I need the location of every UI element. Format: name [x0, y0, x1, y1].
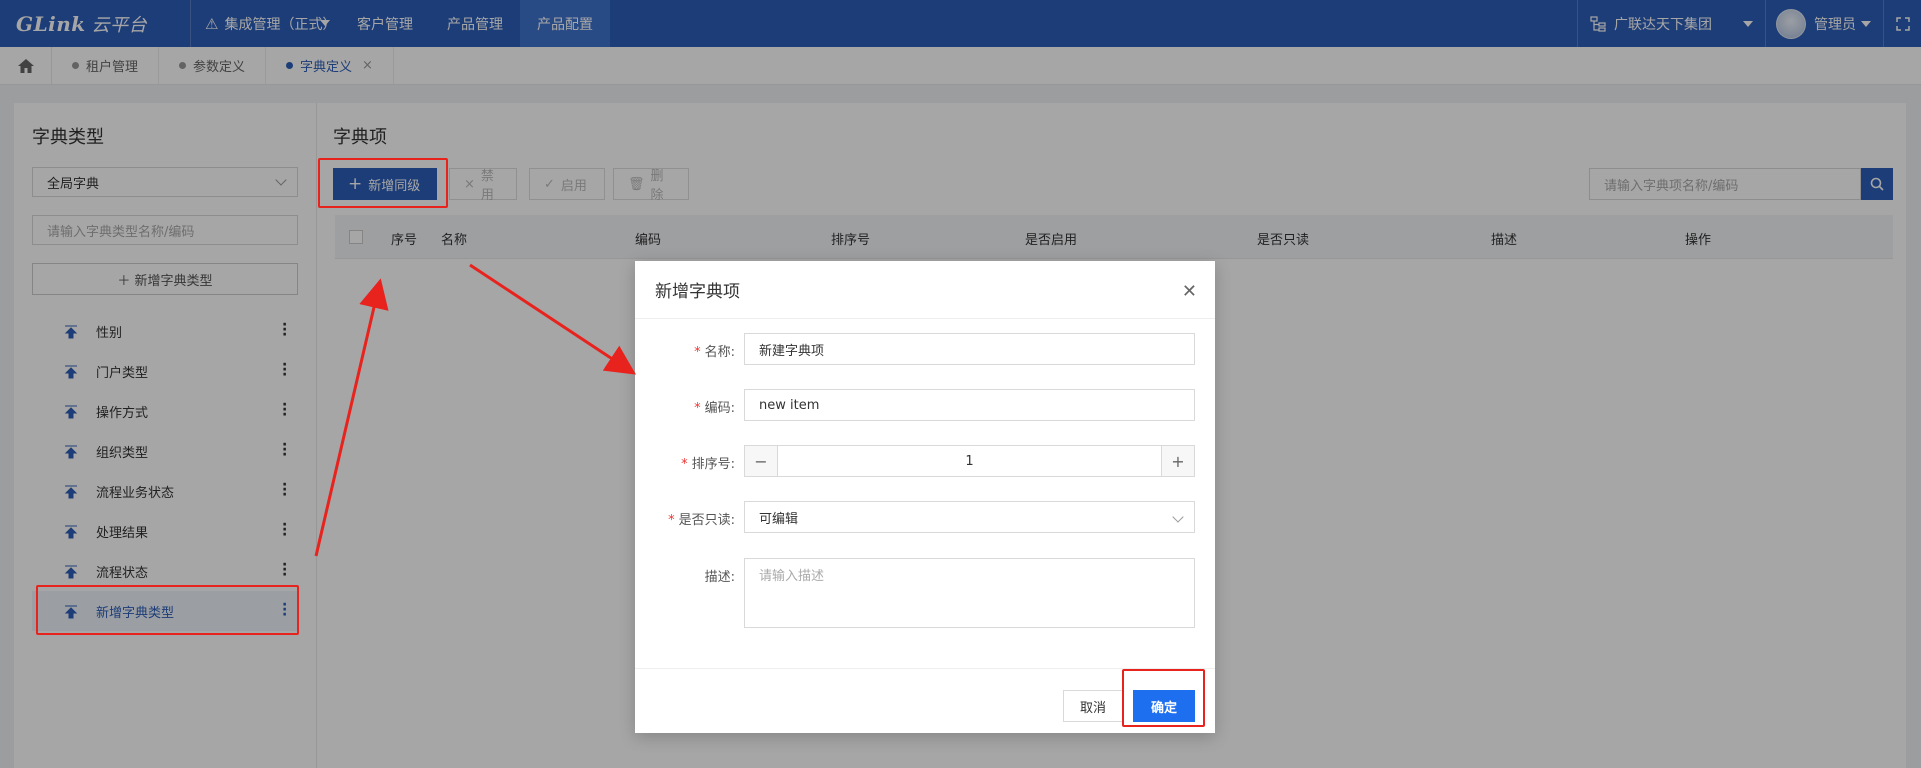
field-label: * 编码: — [694, 401, 735, 416]
form-row-code: * 编码: new item — [635, 389, 1215, 421]
dialog-header: 新增字典项 ✕ — [635, 261, 1215, 319]
form-row-order: * 排序号: − 1 + — [635, 445, 1215, 477]
description-textarea[interactable]: 请输入描述 — [744, 558, 1195, 628]
field-label: * 名称: — [694, 345, 735, 360]
order-stepper: − 1 + — [744, 445, 1195, 477]
select-value: 可编辑 — [759, 511, 799, 527]
annotation-box-confirm — [1122, 669, 1205, 727]
chevron-down-icon — [1172, 511, 1184, 523]
code-input[interactable]: new item — [744, 389, 1195, 421]
form-row-description: 描述: 请输入描述 — [635, 558, 1215, 628]
annotation-box-add-sibling — [318, 158, 448, 208]
name-input[interactable]: 新建字典项 — [744, 333, 1195, 365]
annotation-box-selected-type — [36, 585, 299, 635]
form-row-readonly: * 是否只读: 可编辑 — [635, 501, 1215, 533]
field-label: * 排序号: — [681, 457, 735, 472]
readonly-select[interactable]: 可编辑 — [744, 501, 1195, 533]
modal-mask — [0, 0, 1921, 85]
field-label: * 是否只读: — [668, 513, 735, 528]
plus-icon[interactable]: + — [1162, 446, 1194, 476]
cancel-button[interactable]: 取消 — [1063, 690, 1123, 722]
field-label: 描述: — [704, 570, 735, 585]
close-icon[interactable]: ✕ — [1182, 281, 1197, 302]
minus-icon[interactable]: − — [745, 446, 777, 476]
form-row-name: * 名称: 新建字典项 — [635, 333, 1215, 365]
dialog-title: 新增字典项 — [655, 282, 740, 302]
add-dictionary-item-dialog: 新增字典项 ✕ * 名称: 新建字典项 * 编码: new item * 排序号: −… — [635, 261, 1215, 733]
order-value[interactable]: 1 — [777, 446, 1162, 476]
